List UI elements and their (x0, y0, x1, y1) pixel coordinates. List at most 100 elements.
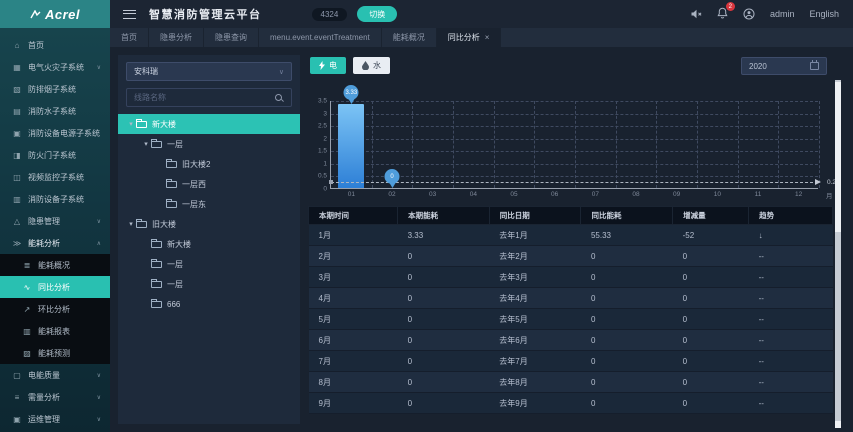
scrollbar-down-arrow[interactable] (835, 421, 841, 428)
tree-node[interactable]: ▾ 旧大楼 (118, 214, 300, 234)
sidebar-item-energy-report[interactable]: ▥ 能耗报表 (0, 320, 110, 342)
tree-node-label: 一层 (167, 279, 183, 289)
chevron-down-icon: ∨ (96, 416, 101, 423)
tree-node[interactable]: 一层 (118, 254, 300, 274)
tab-4[interactable]: menu.event.eventTreatment (259, 28, 382, 47)
year-picker[interactable]: 2020 (741, 57, 827, 75)
tab-5[interactable]: 能耗概况 (382, 28, 437, 47)
user-avatar-icon[interactable] (743, 8, 755, 20)
sidebar-item-yoy-analysis[interactable]: ∿ 同比分析 (0, 276, 110, 298)
sidebar-item-smoke-control[interactable]: ▧ 防排烟子系统 (0, 78, 110, 100)
sidebar-item-home[interactable]: ⌂ 首页 (0, 34, 110, 56)
gridline (737, 101, 739, 188)
sidebar-item-fire-water[interactable]: ▤ 消防水子系统 (0, 100, 110, 122)
volume-mute-icon[interactable] (690, 8, 702, 20)
bar-01[interactable] (338, 104, 365, 188)
power-quality-icon: ▢ (13, 370, 21, 380)
cell: 0 (580, 350, 673, 372)
x-axis-label: 01 (347, 191, 355, 198)
sidebar-item-hazard-mgmt[interactable]: △ 隐患管理 ∨ (0, 210, 110, 232)
trend-cell: ↓ (748, 224, 833, 246)
search-icon[interactable] (274, 93, 284, 103)
building-select[interactable]: 安科瑞 ∨ (126, 62, 292, 81)
menu-collapse-icon[interactable] (123, 9, 136, 19)
trend-cell: -- (748, 266, 833, 288)
sidebar-item-power-quality[interactable]: ▢ 电能质量 ∨ (0, 364, 110, 386)
sidebar-item-mom-analysis[interactable]: ↗ 环比分析 (0, 298, 110, 320)
sidebar-item-fire-power[interactable]: ▣ 消防设备电源子系统 (0, 122, 110, 144)
tree-node[interactable]: ▾ 新大楼 (118, 114, 300, 134)
cell: 0 (672, 392, 749, 414)
sidebar-item-om-mgmt[interactable]: ▣ 运维管理 ∨ (0, 408, 110, 430)
tree-node[interactable]: 666 (118, 294, 300, 314)
tree-node-label: 一层西 (182, 179, 206, 189)
column-header: 趋势 (748, 206, 833, 225)
logo-mark-icon (30, 9, 41, 18)
x-axis-label: 10 (713, 191, 721, 198)
sidebar-item-demand-analysis[interactable]: ≡ 需量分析 ∨ (0, 386, 110, 408)
tab-label: 隐患查询 (215, 33, 247, 42)
sidebar-item-label: 消防设备子系统 (28, 194, 84, 204)
column-header: 同比日期 (488, 206, 582, 225)
sidebar-item-label: 能耗预测 (38, 348, 70, 358)
folder-icon (166, 178, 177, 188)
tree-node[interactable]: 旧大楼2 (118, 154, 300, 174)
tree-node[interactable]: 一层 (118, 274, 300, 294)
sidebar-item-energy-overview[interactable]: ≣ 能耗概况 (0, 254, 110, 276)
cell: 去年2月 (489, 245, 581, 267)
tab-1[interactable]: 首页 (110, 28, 149, 47)
sidebar-item-electrical-fire[interactable]: ▦ 电气火灾子系统 ∨ (0, 56, 110, 78)
cell: 5月 (308, 308, 398, 330)
sidebar-item-fire-door[interactable]: ◨ 防火门子系统 (0, 144, 110, 166)
caret-down-icon[interactable]: ▾ (126, 120, 136, 128)
vertical-scrollbar[interactable] (835, 80, 841, 428)
caret-down-icon[interactable]: ▾ (126, 220, 136, 228)
year-value: 2020 (749, 61, 767, 71)
caret-down-icon[interactable]: ▾ (141, 140, 151, 148)
sidebar-item-label: 运维管理 (28, 414, 60, 424)
cell: 0 (397, 329, 490, 351)
electrical-fire-icon: ▦ (13, 62, 21, 72)
tree-node[interactable]: 新大楼 (118, 234, 300, 254)
sidebar-item-energy-forecast[interactable]: ▨ 能耗预测 (0, 342, 110, 364)
water-button[interactable]: 水 (353, 57, 390, 74)
switch-button[interactable]: 切换 (357, 6, 398, 22)
x-axis-label: 06 (551, 191, 559, 198)
yoy-analysis-icon: ∿ (23, 282, 31, 292)
gridline (697, 101, 698, 188)
yoy-comparison-table: 本期时间 本期能耗 同比日期 同比能耗 增减量 趋势 1月 3.33 去年1月 55.33 -52… (307, 206, 833, 414)
sidebar-item-video-monitor[interactable]: ◫ 视频监控子系统 (0, 166, 110, 188)
sidebar-item-fire-equipment[interactable]: ▥ 消防设备子系统 (0, 188, 110, 210)
sidebar-item-label: 隐患管理 (28, 216, 60, 226)
scrollbar-thumb[interactable] (835, 82, 841, 232)
chevron-down-icon: ∨ (96, 64, 101, 71)
search-input[interactable] (134, 93, 274, 102)
tab-6[interactable]: 同比分析 × (436, 28, 502, 47)
right-column: 电 水 2020 0 0.5 1 1.5 2 2.5 3 3.5 01 02 03 04 05 06 07 0… (307, 55, 840, 432)
tab-3[interactable]: 隐患查询 (204, 28, 259, 47)
table-row: 9月 0 去年9月 0 0 -- (308, 392, 833, 414)
electric-button[interactable]: 电 (310, 57, 346, 74)
cell: 0 (397, 266, 490, 288)
cell: 去年1月 (489, 224, 581, 246)
water-drop-icon (362, 61, 369, 70)
username[interactable]: admin (770, 9, 795, 19)
tree-node[interactable]: 一层东 (118, 194, 300, 214)
folder-icon (151, 298, 162, 308)
sidebar-item-label: 环比分析 (38, 304, 70, 314)
sidebar-item-label: 能耗分析 (28, 238, 60, 248)
tree-node[interactable]: ▾ 一层 (118, 134, 300, 154)
om-mgmt-icon: ▣ (13, 414, 21, 424)
sidebar-item-energy-analysis[interactable]: ≫ 能耗分析 ∧ (0, 232, 110, 254)
tree-node-label: 一层 (167, 259, 183, 269)
language-switch[interactable]: English (809, 9, 839, 19)
tree-node-label: 一层东 (182, 199, 206, 209)
y-axis-label: 1.5 (317, 147, 327, 155)
table-header-row: 本期时间 本期能耗 同比日期 同比能耗 增减量 趋势 (307, 206, 833, 225)
demand-analysis-icon: ≡ (14, 392, 20, 402)
smoke-control-icon: ▧ (13, 84, 21, 94)
close-icon[interactable]: × (485, 33, 490, 42)
tab-2[interactable]: 隐患分析 (149, 28, 204, 47)
notifications-bell[interactable]: 2 (717, 2, 735, 21)
tree-node[interactable]: 一层西 (118, 174, 300, 194)
